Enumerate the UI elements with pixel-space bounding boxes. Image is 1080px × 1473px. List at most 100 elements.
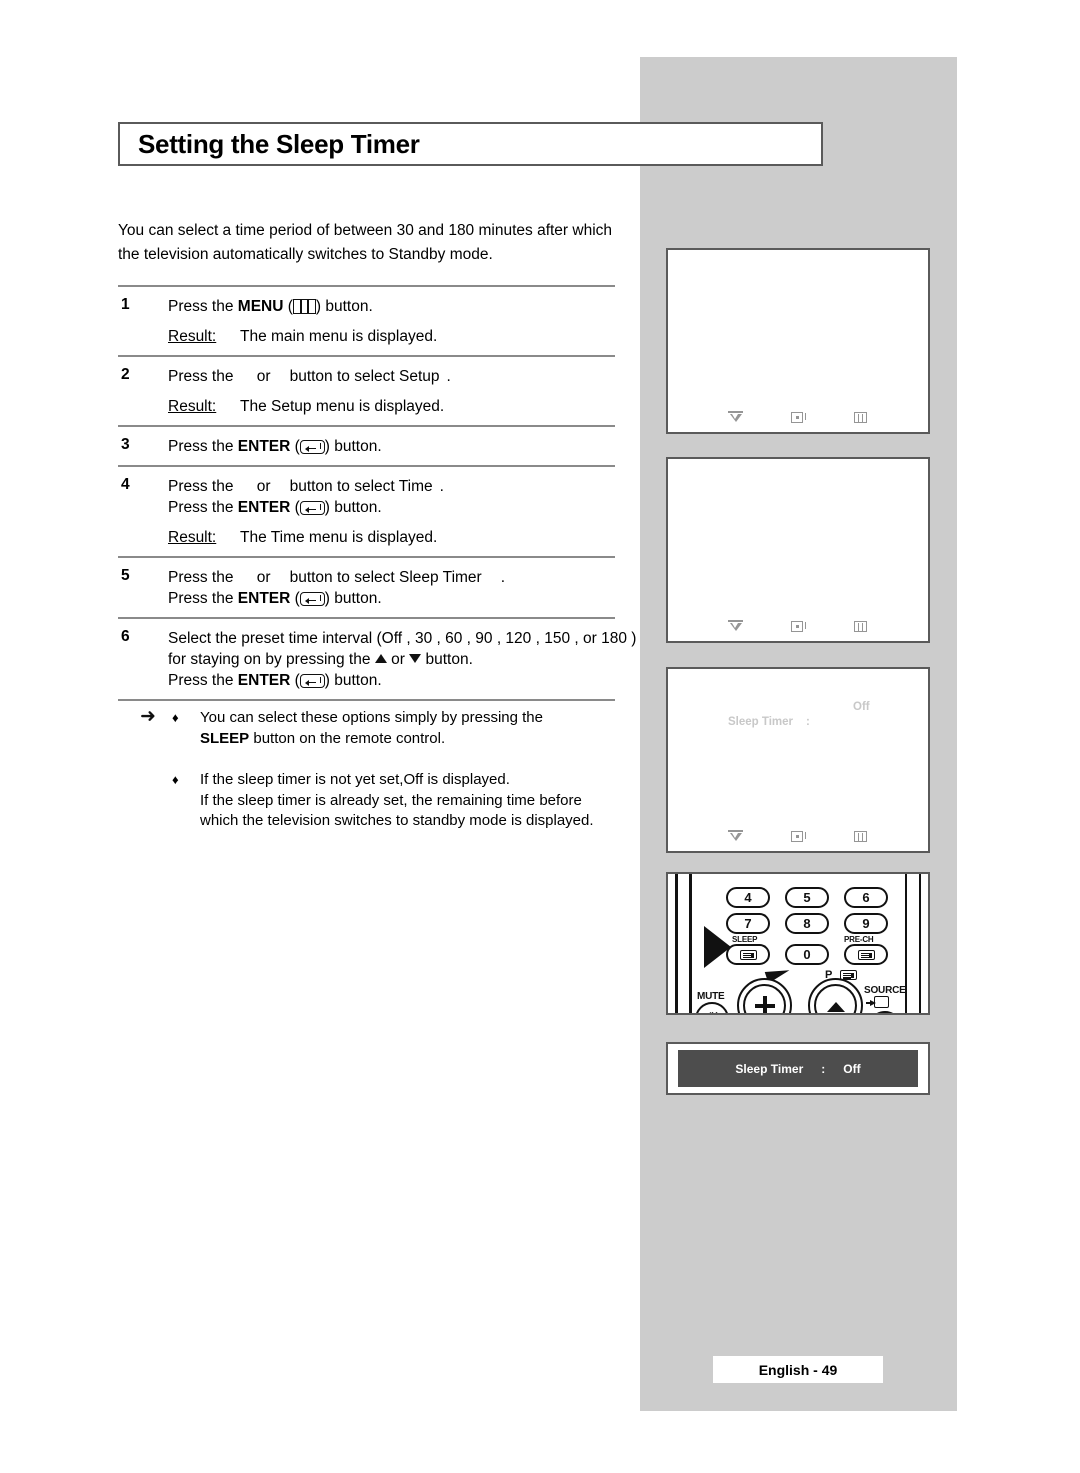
down-triangle-icon bbox=[409, 654, 422, 663]
step-text-c: . bbox=[439, 478, 444, 495]
page-title-box: Setting the Sleep Timer bbox=[118, 122, 823, 166]
step-text-a: Press the bbox=[168, 672, 238, 689]
step-text-a: Press the bbox=[168, 438, 238, 455]
chevron-up-icon bbox=[814, 984, 857, 1013]
step-text-a: Press the bbox=[168, 590, 238, 607]
enter-icon bbox=[791, 831, 806, 843]
remote-key-9[interactable]: 9 bbox=[844, 913, 888, 934]
setup-menu-screen bbox=[666, 457, 930, 643]
remote-volume-up-button[interactable] bbox=[737, 978, 792, 1013]
remote-key-6[interactable]: 6 bbox=[844, 887, 888, 908]
result-text: The Setup menu is displayed. bbox=[240, 398, 445, 415]
prech-icon bbox=[857, 949, 875, 960]
step-text-d: ) button. bbox=[324, 672, 382, 689]
osd-nav-bar bbox=[668, 830, 928, 843]
step-text-d: ) button. bbox=[324, 438, 382, 455]
step-text-b: button to select Setup bbox=[289, 368, 440, 385]
remote-key-sleep[interactable] bbox=[726, 944, 770, 965]
osd-nav-bar bbox=[668, 620, 928, 633]
note-line: SLEEP button on the remote control. bbox=[200, 729, 640, 750]
remote-key-mute[interactable] bbox=[695, 1002, 729, 1013]
step-number: 5 bbox=[121, 567, 130, 584]
or-text: or bbox=[256, 478, 271, 495]
remote-key-5[interactable]: 5 bbox=[785, 887, 829, 908]
note-line: If the sleep timer is not yet set,Off is… bbox=[200, 770, 640, 791]
enter-button-icon bbox=[299, 674, 325, 688]
step-text-a: Press the bbox=[168, 368, 238, 385]
step-text-a: Press the bbox=[168, 569, 238, 586]
step-number: 3 bbox=[121, 436, 130, 453]
step-text-d: ) button. bbox=[324, 499, 382, 516]
step-instruction: Press the ENTER () button. bbox=[168, 436, 615, 457]
result-text: The main menu is displayed. bbox=[240, 328, 438, 345]
enter-keyword: ENTER bbox=[237, 672, 291, 689]
mute-icon bbox=[703, 1009, 718, 1013]
step-instruction-line1: Press the or button to select Sleep Timer… bbox=[168, 567, 615, 588]
remote-channel-up-button[interactable] bbox=[808, 978, 863, 1013]
source-icon bbox=[866, 996, 889, 1008]
notes-block: ➜ ♦ You can select these options simply … bbox=[140, 706, 640, 832]
note-line: which the television switches to standby… bbox=[200, 812, 594, 829]
step-text-c: ( bbox=[283, 298, 293, 315]
sleep-keyword: SLEEP bbox=[200, 729, 250, 747]
step-instruction-line2: for staying on by pressing the or button… bbox=[168, 649, 636, 670]
remote-control-illustration: 4 5 6 7 8 9 SLEEP PRE-CH 0 P SOURCE MUTE bbox=[666, 872, 930, 1015]
remote-key-prech[interactable] bbox=[844, 944, 888, 965]
step-2: 2 Press the or button to select Setup. Re… bbox=[118, 357, 615, 425]
source-label: SOURCE bbox=[864, 985, 906, 996]
step-number: 2 bbox=[121, 366, 130, 383]
steps-list: 1 Press the MENU () button. Result: The … bbox=[118, 285, 636, 701]
remote-key-source[interactable] bbox=[868, 1011, 902, 1013]
note-item-2: ♦ If the sleep timer is not yet set,Off … bbox=[140, 770, 640, 832]
enter-keyword: ENTER bbox=[237, 499, 291, 516]
pointer-arrow-large bbox=[704, 926, 731, 968]
step-result: Result: The Setup menu is displayed. bbox=[168, 396, 615, 417]
remote-edge-left-inner bbox=[689, 874, 692, 1013]
move-icon bbox=[728, 411, 743, 424]
step-text-d: ) button. bbox=[315, 298, 373, 315]
volume-plus-icon bbox=[743, 984, 786, 1013]
step-instruction-line1: Press the or button to select Time. bbox=[168, 476, 615, 497]
enter-keyword: ENTER bbox=[237, 590, 291, 607]
menu-keyword: MENU bbox=[237, 298, 284, 315]
step-6: 6 Select the preset time interval (Off ,… bbox=[118, 619, 636, 699]
remote-key-7[interactable]: 7 bbox=[726, 913, 770, 934]
enter-keyword: ENTER bbox=[237, 438, 291, 455]
step-text-c: ( bbox=[290, 590, 300, 607]
note-line: You can select these options simply by p… bbox=[200, 709, 543, 726]
return-icon bbox=[854, 412, 868, 424]
step-4: 4 Press the or button to select Time. Pre… bbox=[118, 467, 615, 556]
note-arrow-spacer bbox=[140, 770, 172, 832]
step-instruction: Press the MENU ( ) button. bbox=[168, 296, 615, 317]
enter-button-icon bbox=[299, 501, 325, 515]
page-footer: English - 49 bbox=[713, 1356, 883, 1383]
mute-label: MUTE bbox=[697, 991, 725, 1002]
result-text: The Time menu is displayed. bbox=[240, 529, 438, 546]
step-instruction-line2: Press the ENTER ( ) button. bbox=[168, 588, 615, 609]
sleep-timer-osd-bar: Sleep Timer : Off bbox=[678, 1050, 918, 1087]
step-text-a: Press the bbox=[168, 478, 238, 495]
step-number: 6 bbox=[121, 628, 130, 645]
step-text-a: Press the bbox=[168, 298, 238, 315]
osd-sleep-timer-label: Sleep Timer bbox=[728, 716, 793, 728]
enter-button-icon bbox=[299, 592, 325, 606]
step-instruction-line3: Press the ENTER ( ) button. bbox=[168, 670, 636, 691]
note-arrow-icon: ➜ bbox=[140, 706, 156, 727]
step-text-d: ) button. bbox=[324, 590, 382, 607]
remote-key-8[interactable]: 8 bbox=[785, 913, 829, 934]
note-text-c: is displayed. bbox=[423, 771, 510, 788]
osd-bar-value: Off bbox=[843, 1061, 861, 1076]
page-title: Setting the Sleep Timer bbox=[138, 128, 420, 159]
note-bullet-icon: ♦ bbox=[172, 710, 179, 725]
sleep-icon bbox=[739, 949, 757, 960]
step-number: 4 bbox=[121, 476, 130, 493]
step-text-c: ( bbox=[290, 672, 300, 689]
enter-button-icon bbox=[299, 440, 325, 454]
remote-key-0[interactable]: 0 bbox=[785, 944, 829, 965]
osd-sleep-timer-colon: : bbox=[806, 716, 810, 728]
step-5: 5 Press the or button to select Sleep Tim… bbox=[118, 558, 615, 617]
note-line-rest: button on the remote control. bbox=[249, 729, 446, 747]
remote-key-4[interactable]: 4 bbox=[726, 887, 770, 908]
step-text-a: Press the bbox=[168, 499, 238, 516]
move-icon bbox=[728, 830, 743, 843]
